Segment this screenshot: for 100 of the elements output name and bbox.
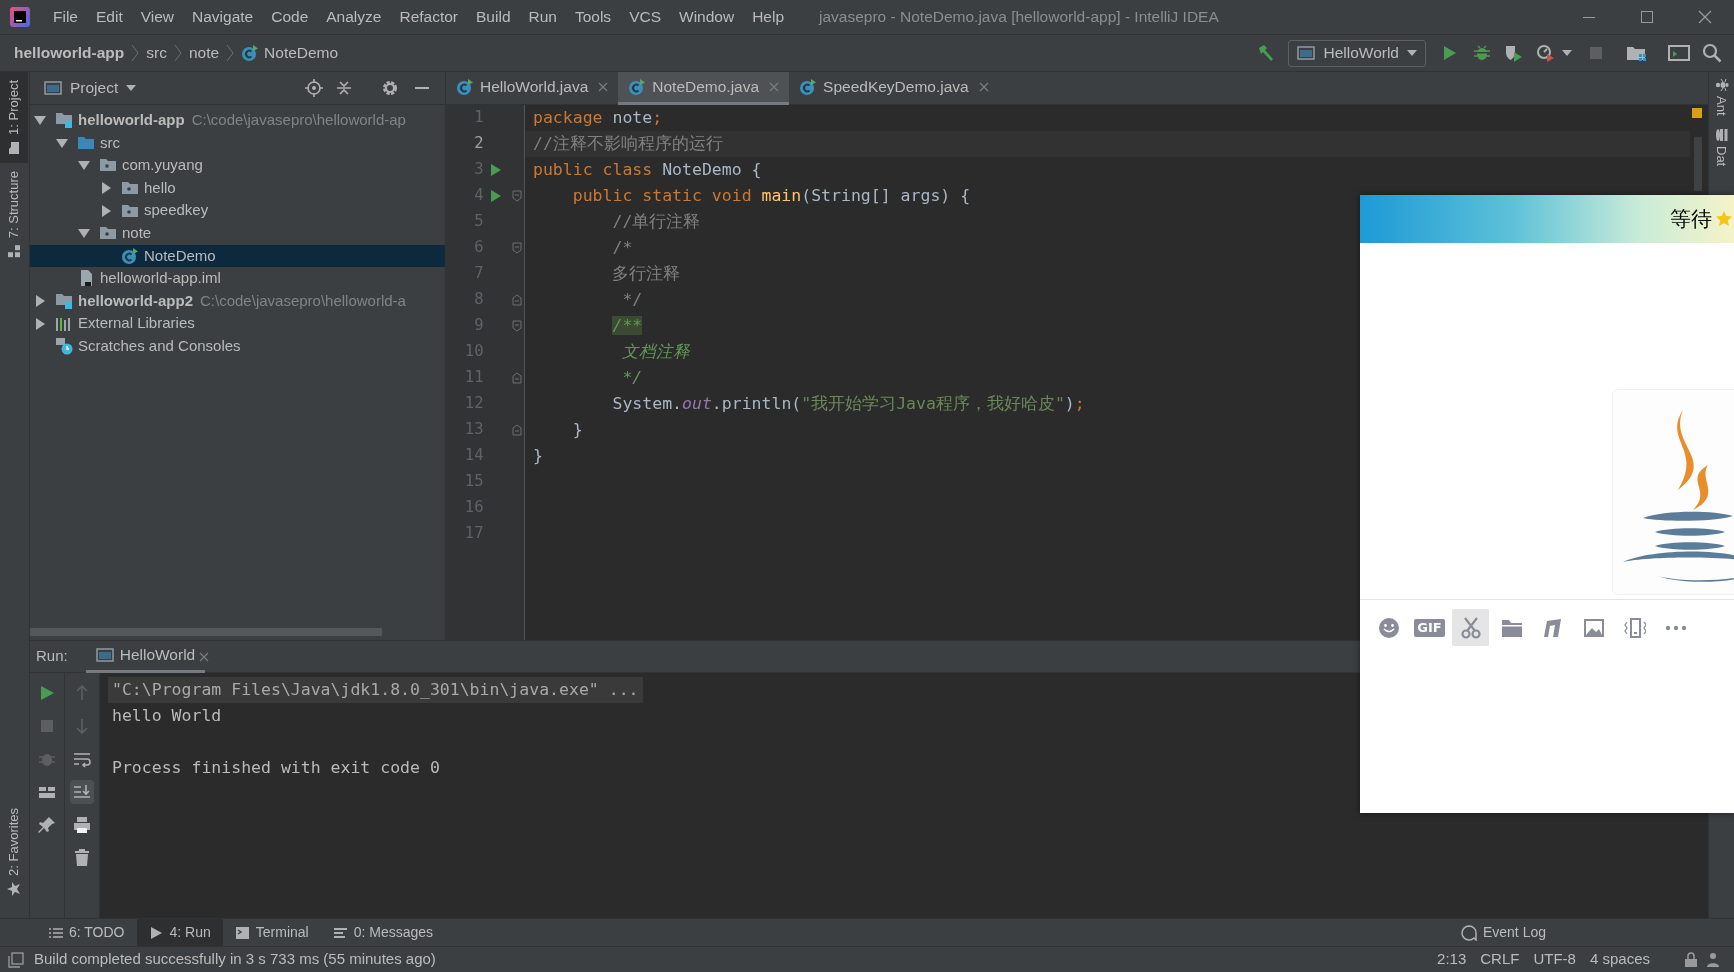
menu-item[interactable]: Tools bbox=[565, 7, 621, 27]
breadcrumb-item[interactable]: NoteDemo bbox=[264, 41, 339, 65]
caret-icon[interactable] bbox=[1562, 50, 1572, 56]
run-gutter-icon[interactable] bbox=[490, 189, 503, 203]
run-configuration-dropdown[interactable]: HelloWorld bbox=[1288, 39, 1426, 67]
star-icon bbox=[1716, 211, 1732, 227]
menu-item[interactable]: Code bbox=[262, 7, 318, 27]
tree-item[interactable]: helloworld-app2 C:\code\javasepro\helloworld-a bbox=[30, 289, 445, 313]
tree-item[interactable]: hello bbox=[30, 176, 445, 200]
breadcrumb-item[interactable]: src bbox=[146, 41, 167, 65]
maximize-icon[interactable] bbox=[1640, 10, 1654, 24]
folder-icon bbox=[7, 140, 21, 155]
terminal-icon bbox=[234, 925, 250, 940]
tool-window-tab[interactable]: Ant bbox=[1709, 72, 1734, 122]
breadcrumb-item[interactable]: helloworld-app bbox=[14, 41, 125, 65]
collapsed-arrow-icon[interactable] bbox=[34, 317, 46, 330]
horizontal-scrollbar[interactable] bbox=[30, 628, 382, 636]
scroll-to-end-icon[interactable] bbox=[70, 780, 94, 804]
fold-marker-icon[interactable] bbox=[511, 294, 522, 306]
class-icon bbox=[628, 78, 647, 96]
tool-window-tab[interactable]: Terminal bbox=[222, 919, 321, 946]
window-icon bbox=[95, 647, 114, 663]
window-title: javasepro - NoteDemo.java [helloworld-app] - IntelliJ IDEA bbox=[819, 7, 1220, 28]
fold-marker-icon[interactable] bbox=[511, 320, 522, 332]
status-item[interactable]: CRLF bbox=[1480, 948, 1520, 971]
menu-item[interactable]: Analyze bbox=[317, 7, 391, 27]
gif-button[interactable]: GIF bbox=[1411, 609, 1448, 646]
expanded-arrow-icon[interactable] bbox=[78, 159, 90, 172]
menu-item[interactable]: View bbox=[131, 7, 184, 27]
project-view-dropdown[interactable]: Project bbox=[38, 76, 143, 100]
lock-icon[interactable] bbox=[1684, 951, 1698, 968]
tree-item[interactable]: NoteDemo bbox=[30, 244, 445, 268]
tree-item[interactable]: note bbox=[30, 221, 445, 245]
expanded-arrow-icon[interactable] bbox=[56, 136, 68, 149]
menu-item[interactable]: Help bbox=[743, 7, 794, 27]
collapsed-arrow-icon[interactable] bbox=[100, 182, 112, 195]
more-icon bbox=[1664, 624, 1687, 631]
tree-item[interactable]: speedkey bbox=[30, 199, 445, 222]
tree-item[interactable]: helloworld-app C:\code\javasepro\helloworld-ap bbox=[30, 109, 445, 132]
fold-marker-icon[interactable] bbox=[511, 190, 522, 202]
ant-icon bbox=[1714, 78, 1729, 92]
phone-vibrate-icon bbox=[1623, 616, 1646, 639]
run-gutter-icon[interactable] bbox=[490, 163, 503, 177]
tool-window-tab[interactable]: 1: Project bbox=[0, 72, 28, 163]
editor-tab[interactable]: SpeedKeyDemo.java bbox=[789, 72, 999, 105]
tree-item[interactable]: Scratches and Consoles bbox=[30, 334, 445, 358]
close-icon[interactable] bbox=[1698, 10, 1712, 24]
tree-item[interactable]: External Libraries bbox=[30, 312, 445, 335]
tool-window-tab[interactable]: 6: TODO bbox=[36, 919, 137, 946]
locate-icon[interactable] bbox=[305, 79, 323, 97]
menu-item[interactable]: Refactor bbox=[390, 7, 468, 27]
scissors-button[interactable] bbox=[1452, 609, 1489, 646]
close-icon[interactable] bbox=[769, 82, 780, 92]
list-icon bbox=[48, 925, 63, 940]
editor-tab[interactable]: NoteDemo.java bbox=[618, 72, 790, 105]
menu-item[interactable]: Window bbox=[670, 7, 744, 27]
code-line: public class NoteDemo { bbox=[533, 158, 762, 181]
vertical-scrollbar[interactable] bbox=[1694, 137, 1702, 191]
tool-window-tab[interactable]: 4: Run bbox=[136, 919, 223, 946]
tool-window-tab[interactable]: Dat bbox=[1709, 121, 1734, 172]
menu-item[interactable]: Run bbox=[519, 7, 566, 27]
collapse-all-icon[interactable] bbox=[335, 79, 353, 97]
close-icon[interactable] bbox=[978, 82, 989, 92]
line-number: 2 bbox=[473, 133, 484, 155]
tool-window-tab[interactable]: 0: Messages bbox=[320, 919, 446, 946]
menu-item[interactable]: Build bbox=[467, 7, 520, 27]
fold-marker-icon[interactable] bbox=[511, 242, 522, 254]
tool-windows-icon[interactable] bbox=[8, 951, 24, 968]
fold-marker-icon[interactable] bbox=[511, 372, 522, 384]
expanded-arrow-icon[interactable] bbox=[34, 114, 46, 127]
editor-tab[interactable]: HelloWorld.java bbox=[446, 72, 619, 105]
class-icon bbox=[241, 44, 260, 62]
settings-icon[interactable] bbox=[381, 79, 399, 97]
status-item[interactable]: 4 spaces bbox=[1589, 948, 1650, 971]
close-icon[interactable] bbox=[199, 651, 210, 662]
tool-window-tab[interactable]: 7: Structure bbox=[0, 162, 28, 267]
tool-window-tab[interactable]: 2: Favorites bbox=[0, 800, 28, 904]
app-logo-icon bbox=[8, 5, 32, 29]
menu-item[interactable]: Edit bbox=[87, 7, 132, 27]
status-item[interactable]: 2:13 bbox=[1437, 948, 1467, 971]
person-icon[interactable] bbox=[1706, 951, 1720, 968]
code-line: package note; bbox=[533, 106, 663, 129]
code-line: public static void main(String[] args) { bbox=[571, 184, 971, 207]
collapsed-arrow-icon[interactable] bbox=[100, 204, 112, 217]
code-line: } bbox=[533, 444, 543, 467]
window-icon bbox=[1297, 45, 1316, 61]
tree-item[interactable]: helloworld-app.iml bbox=[30, 267, 445, 290]
expanded-arrow-icon[interactable] bbox=[78, 227, 90, 240]
menu-item[interactable]: Navigate bbox=[183, 7, 263, 27]
menu-item[interactable]: VCS bbox=[620, 7, 670, 27]
tree-item[interactable]: src bbox=[30, 131, 445, 155]
tree-item[interactable]: com.yuyang bbox=[30, 154, 445, 177]
close-icon[interactable] bbox=[598, 82, 609, 92]
breadcrumb-item[interactable]: note bbox=[188, 41, 220, 65]
fold-marker-icon[interactable] bbox=[511, 424, 522, 436]
collapsed-arrow-icon[interactable] bbox=[34, 295, 46, 308]
status-item[interactable]: UTF-8 bbox=[1533, 948, 1576, 971]
event-log-tab[interactable]: Event Log bbox=[1448, 919, 1558, 946]
menu-item[interactable]: File bbox=[44, 7, 87, 27]
code-line: //单行注释 bbox=[611, 210, 701, 233]
